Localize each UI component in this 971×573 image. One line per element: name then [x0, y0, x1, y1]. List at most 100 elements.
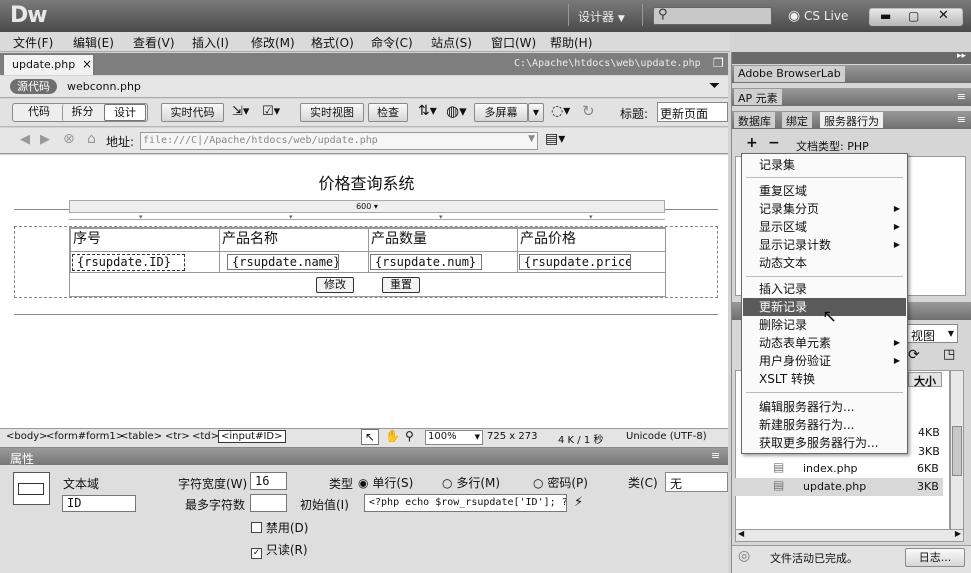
tab-bindings[interactable]: 绑定	[782, 112, 812, 128]
reset-button[interactable]: 重置	[382, 277, 420, 293]
expand-icon[interactable]: ◳	[943, 347, 955, 362]
menu-item-more-behaviors[interactable]: 获取更多服务器行为...	[743, 434, 906, 452]
pointer-tool-icon[interactable]: ↖	[361, 429, 379, 445]
tag-body[interactable]: <body>	[6, 431, 48, 442]
menu-item-recordset[interactable]: 记录集	[743, 156, 906, 174]
max-chars-input[interactable]	[250, 494, 287, 512]
tag-input[interactable]: <input#ID>	[218, 430, 286, 443]
hand-tool-icon[interactable]: ✋	[385, 429, 400, 443]
live-view-button[interactable]: 实时视图	[300, 103, 364, 122]
address-input[interactable]: file:///C|/Apache/htdocs/web/update.php …	[140, 132, 538, 150]
view-select[interactable]: 视图 ▼	[906, 324, 958, 343]
multi-line-radio[interactable]: ○ 多行(M)	[442, 474, 500, 491]
single-line-radio[interactable]: ◉ 单行(S)	[358, 474, 413, 491]
menu-site[interactable]: 站点(S)	[431, 34, 472, 51]
zoom-select[interactable]: 100% ▼	[425, 430, 483, 445]
modify-button[interactable]: 修改	[316, 277, 354, 293]
tag-tr[interactable]: <tr>	[165, 431, 190, 442]
menu-edit[interactable]: 编辑(E)	[73, 34, 114, 51]
tab-update-php[interactable]: update.php ×	[3, 54, 94, 75]
menu-item-dynamic-form[interactable]: 动态表单元素 ▶	[743, 334, 906, 352]
filter-icon[interactable]: ⏷	[709, 78, 720, 94]
multiscreen-dropdown[interactable]: ▼	[528, 103, 544, 122]
readonly-checkbox[interactable]: ✓ 只读(R)	[251, 541, 308, 559]
search-input[interactable]: ⚲	[653, 7, 772, 25]
vertical-scrollbar[interactable]	[950, 370, 964, 530]
class-select[interactable]: 无	[665, 472, 728, 492]
live-inspect-icon[interactable]: ⇲▾	[232, 104, 249, 119]
browser-options-icon[interactable]: ▤▾	[545, 131, 565, 147]
tab-browserlab[interactable]: Adobe BrowserLab	[734, 66, 845, 82]
refresh-icon[interactable]: ↻	[582, 102, 595, 120]
id-field[interactable]: {rsupdate.ID}	[72, 254, 185, 271]
design-view[interactable]: 价格查询系统 600 ▾ ▾ ▾ ▾ ▾ 序号 产品名称 产品数量 产品价格 {…	[0, 155, 728, 428]
menu-item-xslt[interactable]: XSLT 转换	[743, 370, 906, 388]
tab-close-icon[interactable]: ×	[82, 57, 92, 71]
multiscreen-button[interactable]: 多屏幕	[474, 103, 528, 122]
field-name-input[interactable]: ID	[62, 495, 136, 512]
cslive-button[interactable]: ◉ CS Live	[788, 8, 848, 24]
home-icon[interactable]: ⌂	[87, 131, 96, 147]
source-code-button[interactable]: 源代码	[10, 79, 57, 94]
collapse-icon[interactable]: ▸▸	[957, 51, 966, 61]
forward-icon[interactable]: ▶	[40, 132, 50, 147]
close-icon[interactable]: ✕	[938, 8, 949, 23]
menu-modify[interactable]: 修改(M)	[251, 34, 295, 51]
menu-item-user-auth[interactable]: 用户身份验证 ▶	[743, 352, 906, 370]
transfer-icon[interactable]: ⇅▾	[418, 103, 437, 119]
menu-item-dynamic-text[interactable]: 动态文本	[743, 254, 906, 272]
tab-ap-elements[interactable]: AP 元素	[734, 89, 782, 105]
name-field[interactable]: {rsupdate.name}	[227, 254, 339, 270]
password-radio[interactable]: ○ 密码(P)	[533, 474, 588, 491]
panel-menu-icon[interactable]: ≡	[957, 90, 966, 103]
design-view-button[interactable]: 设计	[104, 104, 146, 121]
list-item[interactable]: ▤ index.php 6KB	[735, 460, 943, 478]
menu-insert[interactable]: 插入(I)	[192, 34, 229, 51]
menu-item-recordset-paging[interactable]: 记录集分页 ▶	[743, 200, 906, 218]
menu-item-new-behavior[interactable]: 新建服务器行为...	[743, 416, 906, 434]
initial-value-input[interactable]: <?php echo $row_rsupdate['ID']; ?	[364, 494, 567, 512]
menu-item-edit-behaviors[interactable]: 编辑服务器行为...	[743, 398, 906, 416]
maximize-icon[interactable]: ▢	[908, 9, 919, 23]
globe-icon[interactable]: ◍▾	[446, 102, 467, 120]
panel-menu-icon[interactable]: ≡	[711, 449, 720, 462]
title-input[interactable]: 更新页面	[657, 102, 728, 122]
tab-database[interactable]: 数据库	[734, 112, 775, 128]
tab-server-behaviors[interactable]: 服务器行为	[820, 112, 883, 128]
code-view-button[interactable]: 代码	[18, 104, 60, 121]
menu-view[interactable]: 查看(V)	[133, 34, 175, 51]
menu-commands[interactable]: 命令(C)	[371, 34, 413, 51]
add-behavior-button[interactable]: +	[746, 135, 758, 151]
minimize-icon[interactable]: ▬	[880, 9, 891, 23]
size-column-header[interactable]: 大小	[908, 372, 942, 388]
list-item[interactable]: ▤ update.php 3KB	[735, 478, 943, 496]
num-field[interactable]: {rsupdate.num}	[370, 254, 482, 270]
menu-file[interactable]: 文件(F)	[13, 34, 53, 51]
visual-aids-icon[interactable]: ◌▾	[551, 103, 570, 119]
restore-icon[interactable]: ❐	[713, 56, 724, 70]
remove-behavior-button[interactable]: −	[768, 135, 780, 151]
menu-window[interactable]: 窗口(W)	[491, 34, 536, 51]
menu-item-record-count[interactable]: 显示记录计数 ▶	[743, 236, 906, 254]
related-file-webconn[interactable]: webconn.php	[67, 80, 141, 93]
menu-item-repeat-region[interactable]: 重复区域	[743, 182, 906, 200]
disabled-checkbox[interactable]: 禁用(D)	[251, 519, 308, 536]
live-code-button[interactable]: 实时代码	[161, 103, 224, 122]
price-field[interactable]: {rsupdate.price	[519, 254, 631, 270]
menu-help[interactable]: 帮助(H)	[550, 34, 592, 51]
workspace-switcher[interactable]: 设计器 ▼	[578, 8, 625, 25]
chevron-down-icon[interactable]: ▼	[528, 134, 535, 144]
menu-format[interactable]: 格式(O)	[311, 34, 354, 51]
window-size[interactable]: 725 x 273	[487, 431, 537, 442]
split-view-button[interactable]: 拆分	[62, 104, 102, 121]
inspect-button[interactable]: 检查	[368, 103, 408, 122]
menu-item-insert-record[interactable]: 插入记录	[743, 280, 906, 298]
bolt-icon[interactable]: ⚡	[574, 495, 583, 510]
menu-item-show-region[interactable]: 显示区域 ▶	[743, 218, 906, 236]
char-width-input[interactable]: 16	[250, 472, 287, 490]
file-management-icon[interactable]: ☑▾	[262, 104, 280, 119]
panel-menu-icon[interactable]: ≡	[957, 113, 966, 126]
tag-table[interactable]: <table>	[120, 431, 162, 442]
tag-td[interactable]: <td>	[192, 431, 219, 442]
zoom-tool-icon[interactable]: ⚲	[405, 429, 414, 443]
